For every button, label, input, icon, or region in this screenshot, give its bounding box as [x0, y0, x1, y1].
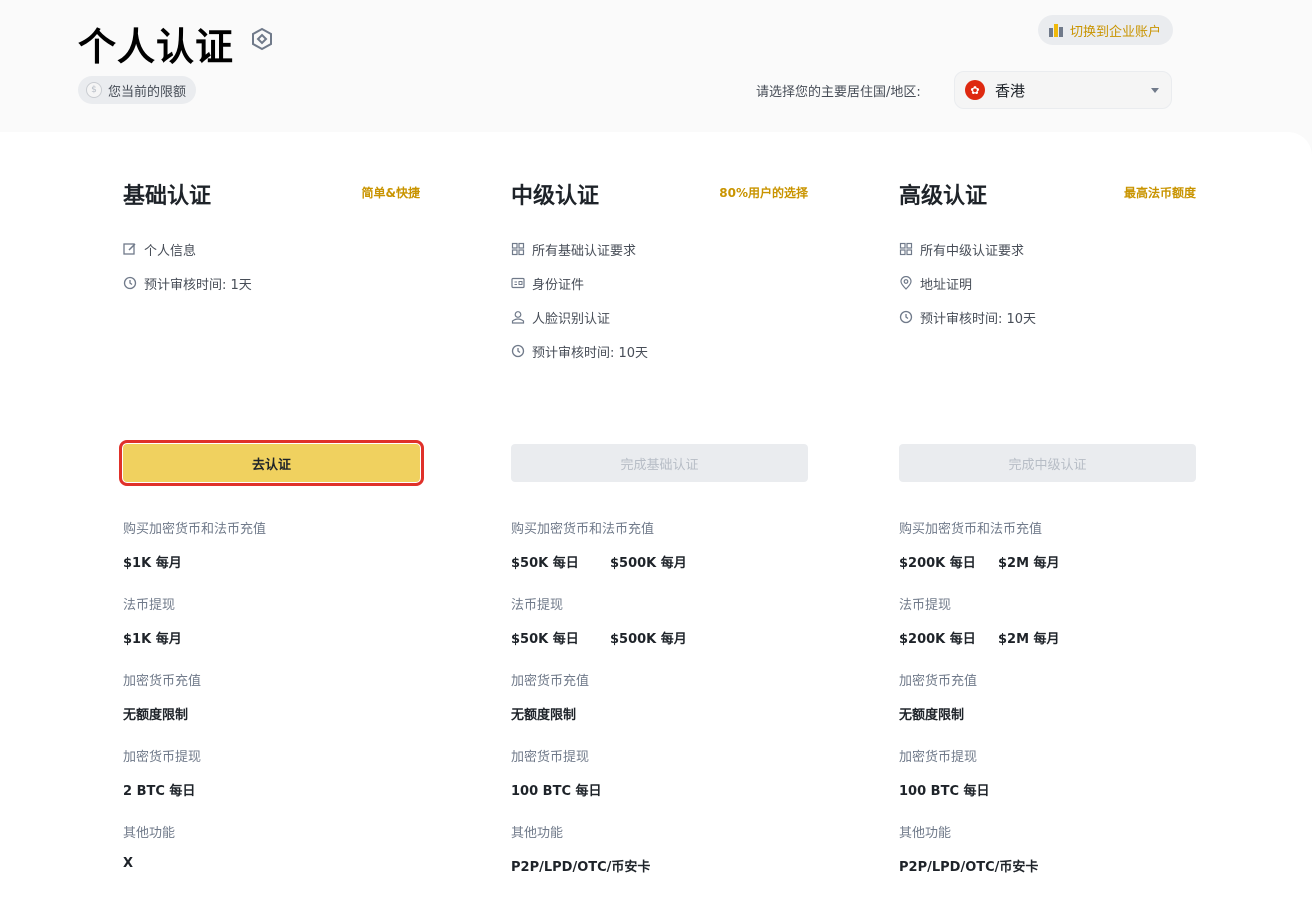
current-limit-label: 您当前的限额 — [108, 84, 187, 100]
limit-label: 加密货币充值 — [511, 674, 590, 689]
limit-label: 购买加密货币和法币充值 — [899, 522, 1043, 537]
requirement-item: 地址证明 — [899, 273, 972, 293]
region-select[interactable]: ✿ 香港 — [954, 71, 1172, 109]
id-card-icon — [511, 277, 525, 289]
limit-value: $50K 每日 — [511, 556, 579, 571]
clock-icon — [511, 344, 525, 358]
switch-to-enterprise-button[interactable]: 切换到企业账户 — [1038, 15, 1174, 45]
clock-icon — [899, 310, 913, 324]
user-icon — [511, 311, 525, 324]
region-label: 请选择您的主要居住国/地区: — [756, 85, 921, 100]
limit-label: 加密货币提现 — [899, 750, 978, 765]
page-title: 个人认证 — [78, 25, 235, 69]
tier-tag: 80%用户的选择 — [719, 186, 808, 200]
limit-label: 法币提现 — [123, 598, 176, 613]
page-header: 个人认证 $ 您当前的限额 切换到企业账户 请选择您的主要居住国/地区: ✿ 香… — [0, 0, 1312, 132]
limit-label: 其他功能 — [123, 826, 176, 841]
limit-value: 2 BTC 每日 — [123, 784, 196, 799]
limit-value: $1K 每月 — [123, 556, 182, 571]
limit-value: $500K 每月 — [610, 632, 687, 647]
tier-tag: 最高法币额度 — [1123, 186, 1196, 200]
requirement-item: 所有基础认证要求 — [511, 239, 636, 259]
complete-intermediate-button[interactable]: 完成中级认证 — [899, 444, 1196, 482]
tier-title: 高级认证 — [899, 184, 988, 209]
tier-title: 基础认证 — [123, 184, 212, 209]
limit-value: P2P/LPD/OTC/币安卡 — [511, 860, 651, 875]
start-verification-button[interactable]: 去认证 — [119, 440, 424, 486]
tier-tag: 简单&快捷 — [361, 186, 420, 200]
limit-label: 加密货币充值 — [899, 674, 978, 689]
tier-basic: 基础认证 简单&快捷 个人信息 预计审核时间: 1天 去认证 购买加密货币和法币… — [119, 132, 424, 904]
tier-intermediate: 中级认证 80%用户的选择 所有基础认证要求 身份证件 人脸识别认证 预计审核时… — [511, 132, 808, 904]
limit-value: $200K 每日 — [899, 632, 976, 647]
shield-badge-icon[interactable] — [250, 27, 274, 51]
limit-value: P2P/LPD/OTC/币安卡 — [899, 860, 1039, 875]
requirement-item: 身份证件 — [511, 273, 584, 293]
tier-advanced: 高级认证 最高法币额度 所有中级认证要求 地址证明 预计审核时间: 10天 完成… — [899, 132, 1196, 904]
limit-value: X — [123, 856, 134, 871]
requirement-item: 个人信息 — [123, 239, 196, 259]
limit-value: 无额度限制 — [899, 708, 965, 723]
clock-icon — [123, 276, 137, 290]
chevron-down-icon — [1151, 87, 1159, 93]
requirement-item: 所有中级认证要求 — [899, 239, 1024, 259]
limit-label: 加密货币充值 — [123, 674, 202, 689]
complete-basic-button[interactable]: 完成基础认证 — [511, 444, 808, 482]
location-icon — [900, 276, 912, 290]
limit-value: $2M 每月 — [998, 556, 1060, 571]
verification-tiers: 基础认证 简单&快捷 个人信息 预计审核时间: 1天 去认证 购买加密货币和法币… — [0, 132, 1312, 904]
limit-value: $2M 每月 — [998, 632, 1060, 647]
limit-value: $500K 每月 — [610, 556, 687, 571]
limit-label: 其他功能 — [511, 826, 564, 841]
building-icon — [1049, 24, 1063, 37]
limit-label: 法币提现 — [899, 598, 952, 613]
limit-value: 100 BTC 每日 — [511, 784, 602, 799]
limit-value: 无额度限制 — [511, 708, 577, 723]
grid-icon — [899, 242, 913, 256]
limit-value: $50K 每日 — [511, 632, 579, 647]
region-value: 香港 — [995, 81, 1026, 100]
limit-label: 加密货币提现 — [511, 750, 590, 765]
coin-icon: $ — [86, 82, 102, 98]
tier-title: 中级认证 — [511, 184, 600, 209]
limit-label: 其他功能 — [899, 826, 952, 841]
hong-kong-flag-icon: ✿ — [965, 80, 985, 100]
edit-icon — [123, 243, 136, 255]
limit-value: $1K 每月 — [123, 632, 182, 647]
requirement-item: 预计审核时间: 1天 — [123, 273, 252, 293]
limit-label: 法币提现 — [511, 598, 564, 613]
requirement-item: 预计审核时间: 10天 — [899, 307, 1036, 327]
limit-value: 100 BTC 每日 — [899, 784, 990, 799]
requirement-item: 人脸识别认证 — [511, 307, 610, 327]
limit-value: $200K 每日 — [899, 556, 976, 571]
grid-icon — [511, 242, 525, 256]
requirement-item: 预计审核时间: 10天 — [511, 341, 648, 361]
limit-value: 无额度限制 — [123, 708, 189, 723]
limit-label: 购买加密货币和法币充值 — [123, 522, 267, 537]
limit-label: 购买加密货币和法币充值 — [511, 522, 655, 537]
current-limit-chip[interactable]: $ 您当前的限额 — [78, 76, 197, 104]
limit-label: 加密货币提现 — [123, 750, 202, 765]
switch-to-enterprise-label: 切换到企业账户 — [1070, 24, 1162, 40]
